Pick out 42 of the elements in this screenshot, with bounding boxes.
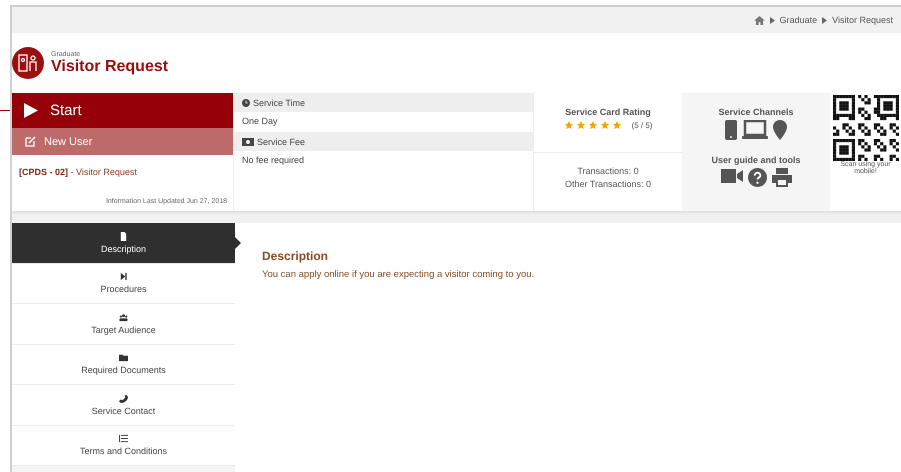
section-tab[interactable]: Target Audience [12, 304, 235, 344]
service-time-label: Service Time [253, 98, 306, 108]
chevron-icon [822, 16, 828, 24]
new-user-button[interactable]: New User [12, 128, 233, 155]
phone-device-icon[interactable] [725, 120, 737, 140]
rating-reading: (5 / 5) [632, 120, 652, 130]
folder-icon [119, 353, 128, 362]
channels-title: Service Channels [718, 107, 794, 117]
breadcrumb-link[interactable]: Visitor Request [832, 15, 893, 25]
service-fee-label: Service Fee [257, 136, 306, 146]
page-title: Visitor Request [51, 58, 168, 76]
description-text: You can apply online if you are expecting a visitor coming to you. [262, 269, 536, 280]
edit-icon [25, 136, 36, 147]
clock-icon [242, 98, 250, 106]
tools-title: User guide and tools [711, 155, 800, 165]
service-time-value: One Day [241, 115, 279, 128]
transactions-text: Transactions: 0 Other Transactions: 0 [564, 165, 652, 191]
skip-icon [119, 272, 128, 282]
location-pin-icon[interactable] [773, 120, 787, 140]
help-icon[interactable] [748, 168, 766, 187]
service-fee-value: No fee required [241, 154, 306, 167]
play-icon [24, 103, 38, 118]
laptop-icon[interactable] [742, 120, 768, 140]
print-icon[interactable] [772, 168, 792, 187]
chevron-icon [770, 16, 775, 24]
money-icon [242, 138, 254, 146]
home-icon[interactable] [754, 16, 765, 24]
start-button[interactable]: Start [12, 93, 233, 128]
video-camera-icon[interactable] [720, 168, 742, 184]
section-tab[interactable]: Procedures [12, 264, 235, 304]
section-heading: Description [262, 249, 330, 263]
section-tab[interactable]: Terms and Conditions [12, 426, 235, 466]
service-code: [CPDS - 02] - Visitor Request [18, 166, 138, 177]
breadcrumb-link[interactable]: Graduate [780, 15, 818, 25]
rating-title: Service Card Rating [565, 107, 651, 117]
section-tab[interactable]: Service Contact [12, 385, 235, 426]
qr-code [832, 95, 898, 161]
list-icon [119, 434, 128, 444]
document-icon [119, 232, 128, 241]
section-tab[interactable]: Required Documents [12, 344, 235, 385]
phone-icon [119, 394, 128, 403]
users-icon [119, 312, 128, 322]
